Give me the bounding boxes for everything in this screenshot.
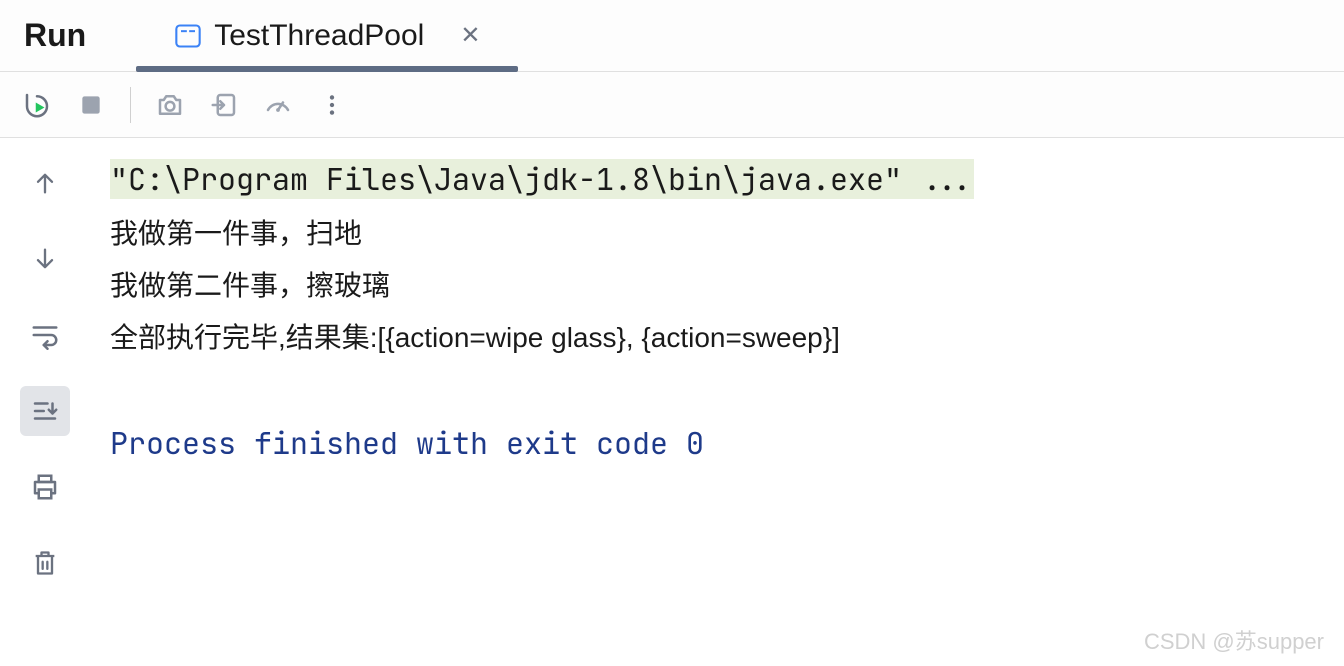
scroll-down-icon[interactable] (20, 234, 70, 284)
stop-button[interactable] (68, 82, 114, 128)
run-toolbar (0, 72, 1344, 138)
output-line: 全部执行完毕,结果集:[{action=wipe glass}, {action… (110, 312, 1324, 364)
print-icon[interactable] (20, 462, 70, 512)
toolbar-divider (130, 87, 131, 123)
output-line: 我做第一件事，扫地 (110, 208, 1324, 260)
tool-window-title: Run (24, 17, 86, 54)
tab-active-indicator (136, 66, 518, 72)
tab-label: TestThreadPool (214, 19, 424, 53)
trash-icon[interactable] (20, 538, 70, 588)
run-tab[interactable]: TestThreadPool ✕ (166, 0, 488, 71)
scroll-up-icon[interactable] (20, 158, 70, 208)
exit-code-line: Process finished with exit code 0 (110, 416, 1324, 472)
camera-icon[interactable] (147, 82, 193, 128)
console-output[interactable]: "C:\Program Files\Java\jdk-1.8\bin\java.… (90, 138, 1344, 666)
command-line: "C:\Program Files\Java\jdk-1.8\bin\java.… (110, 159, 974, 199)
soft-wrap-icon[interactable] (20, 310, 70, 360)
close-tab-icon[interactable]: ✕ (460, 21, 480, 50)
dashboard-icon[interactable] (255, 82, 301, 128)
tool-window-header: Run TestThreadPool ✕ (0, 0, 1344, 72)
rerun-button[interactable] (14, 82, 60, 128)
console-content-area: "C:\Program Files\Java\jdk-1.8\bin\java.… (0, 138, 1344, 666)
java-class-icon (174, 22, 202, 50)
output-line: 我做第二件事，擦玻璃 (110, 260, 1324, 312)
scroll-to-end-icon[interactable] (20, 386, 70, 436)
watermark: CSDN @苏supper (1144, 624, 1324, 656)
more-options-icon[interactable] (309, 82, 355, 128)
import-icon[interactable] (201, 82, 247, 128)
console-gutter (0, 138, 90, 666)
